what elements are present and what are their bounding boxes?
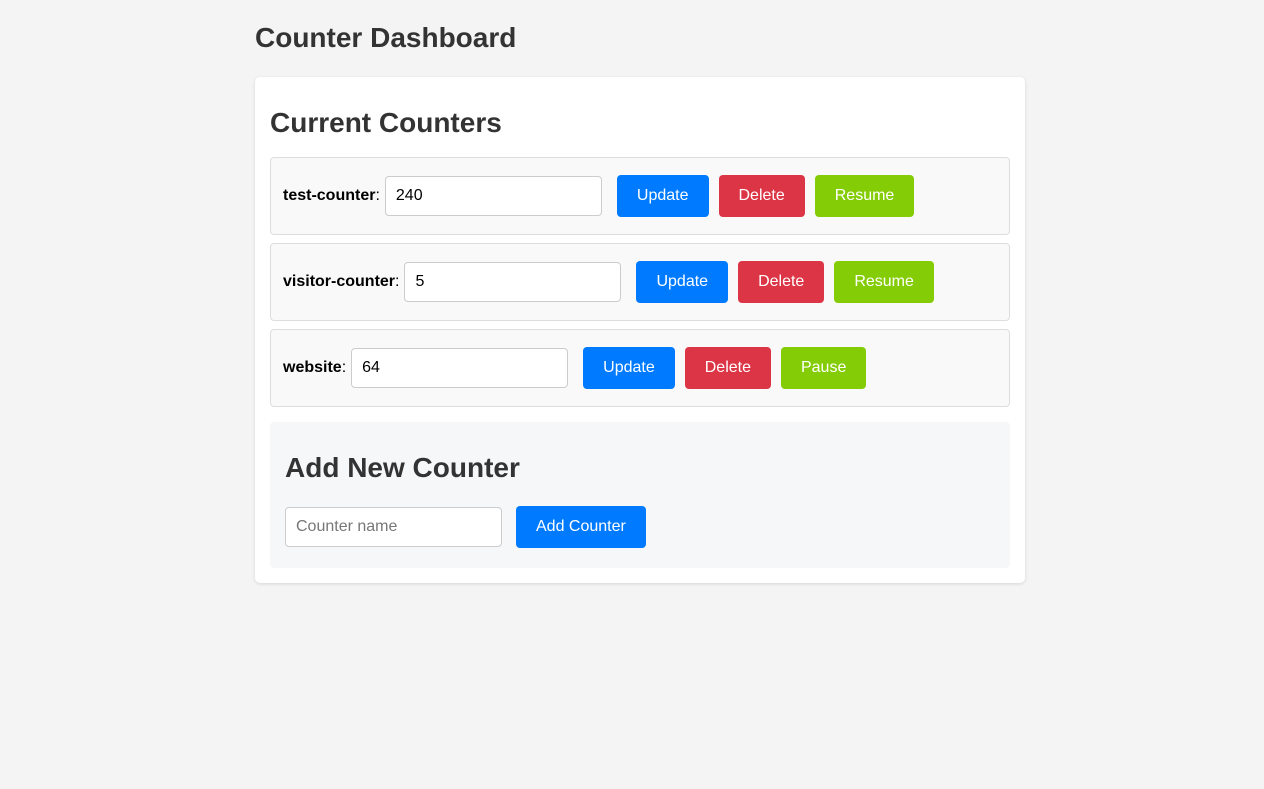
counter-separator: :: [375, 187, 380, 204]
update-button[interactable]: Update: [636, 261, 729, 303]
delete-button[interactable]: Delete: [718, 175, 805, 217]
counter-list: test-counter : Update Delete Resume visi…: [270, 157, 1010, 415]
add-counter-section: Add New Counter Add Counter: [270, 422, 1010, 568]
update-button[interactable]: Update: [616, 175, 709, 217]
counter-value-input[interactable]: [404, 262, 622, 302]
counter-row: visitor-counter : Update Delete Resume: [270, 243, 1010, 321]
resume-button[interactable]: Resume: [814, 175, 915, 217]
counter-name: website: [283, 359, 342, 376]
delete-button[interactable]: Delete: [684, 347, 771, 389]
counter-name: visitor-counter: [283, 273, 396, 290]
counter-name: test-counter: [283, 187, 376, 204]
update-button[interactable]: Update: [583, 347, 675, 389]
add-counter-form: Add Counter: [285, 506, 656, 548]
counter-row: test-counter : Update Delete Resume: [270, 157, 1010, 235]
current-counters-title: Current Counters: [270, 107, 502, 138]
page-title: Counter Dashboard: [255, 22, 517, 53]
pause-button[interactable]: Pause: [780, 347, 867, 389]
counter-separator: :: [341, 359, 347, 376]
counter-value-input[interactable]: [351, 348, 569, 388]
counter-row: website : Update Delete Pause: [270, 329, 1010, 407]
add-counter-button[interactable]: Add Counter: [516, 506, 646, 548]
resume-button[interactable]: Resume: [834, 261, 934, 303]
counter-name-input[interactable]: [285, 507, 502, 547]
counter-separator: :: [395, 273, 400, 290]
counter-value-input[interactable]: [384, 176, 602, 216]
delete-button[interactable]: Delete: [738, 261, 825, 303]
add-counter-title: Add New Counter: [285, 452, 520, 483]
dashboard-card: Current Counters test-counter : Update D…: [255, 77, 1025, 583]
